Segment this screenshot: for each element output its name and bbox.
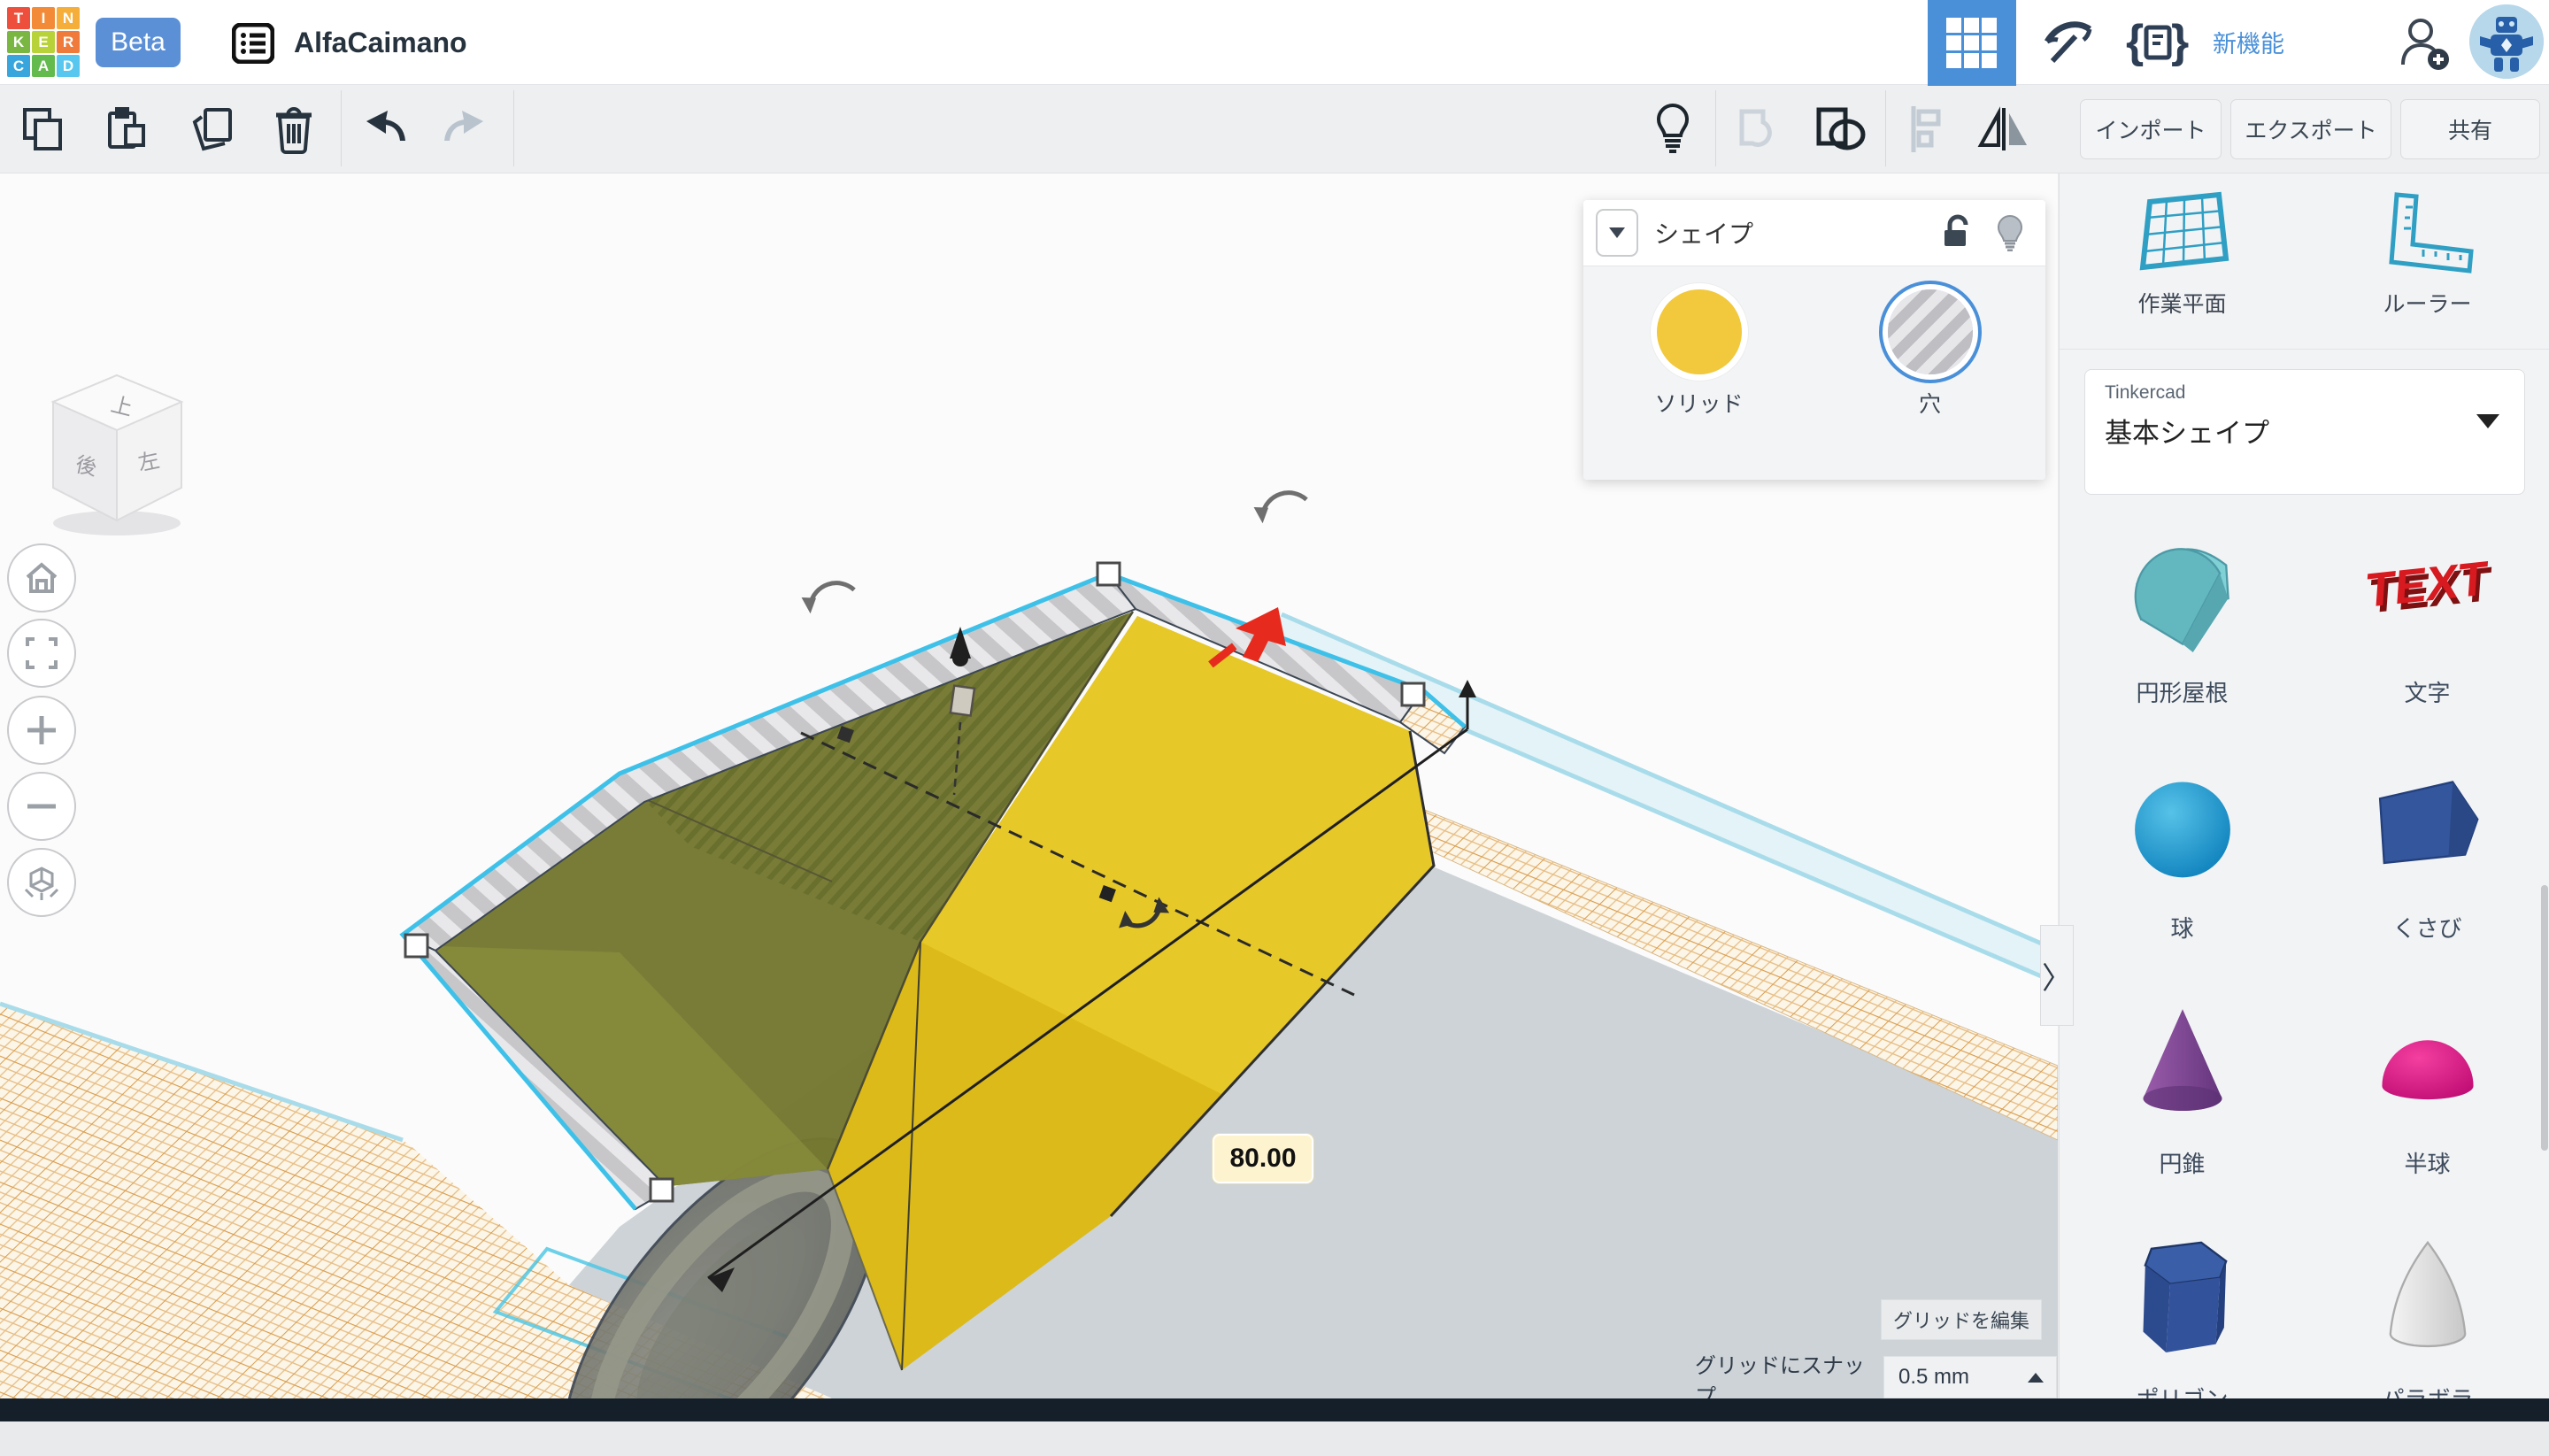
shape-label: 円形屋根 [2136,675,2228,708]
zoom-in-button[interactable] [7,696,76,765]
dimension-value-label[interactable]: 80.00 [1213,1134,1313,1183]
logo-tile: I [32,7,55,29]
toolbar-separator [513,90,514,166]
hole-swatch[interactable] [1888,289,1973,374]
paste-icon[interactable] [99,101,156,158]
shape-label: 円錐 [2159,1146,2205,1179]
workplane-handle[interactable] [951,686,974,716]
solid-label: ソリッド [1654,387,1743,419]
snap-value-dropdown[interactable]: 0.5 mm [1883,1356,2057,1398]
avatar[interactable] [2469,4,2544,79]
logo-tile: R [57,31,80,53]
minecraft-pickaxe-icon[interactable] [2023,0,2112,84]
undo-icon[interactable] [358,101,414,158]
export-button[interactable]: エクスポート [2230,99,2391,159]
shape-label: 半球 [2404,1146,2450,1179]
ruler-label: ルーラー [2383,287,2471,319]
add-user-icon[interactable] [2379,0,2468,84]
library-name: 基本シェイプ [2105,411,2505,451]
sidebar-collapse-button[interactable]: 〉 [2040,925,2074,1026]
panel-collapse-dropdown[interactable] [1596,209,1638,257]
shape-item-wedge[interactable]: くさび [2305,755,2549,985]
group-icon[interactable] [1731,101,1788,158]
toolbar-separator [1715,90,1716,166]
svg-text:}: } [2171,16,2189,67]
import-button[interactable]: インポート [2080,99,2222,159]
shape-panel-title: シェイプ [1654,215,1753,250]
perspective-toggle-button[interactable] [7,848,76,917]
home-view-button[interactable] [7,543,76,612]
align-icon[interactable] [1899,101,1956,158]
show-all-lightbulb-icon[interactable] [1644,101,1701,158]
design-title: AlfaCaimano [294,23,467,62]
shape-inspector-panel: シェイプ ソリッド 穴 [1583,200,2045,480]
chevron-up-icon [2028,1373,2044,1383]
library-brand: Tinkercad [2105,382,2505,404]
shape-item-hemisphere[interactable]: 半球 [2305,990,2549,1221]
ruler-tool[interactable]: ルーラー [2339,189,2516,349]
workplane-label: 作業平面 [2137,287,2226,319]
copy-icon[interactable] [16,101,73,158]
shape-item-round-roof[interactable]: 円形屋根 [2060,520,2305,750]
hole-option[interactable]: 穴 [1842,289,2019,480]
shape-item-sphere[interactable]: 球 [2060,755,2305,985]
shape-label: 球 [2170,911,2193,944]
zoom-out-button[interactable] [7,772,76,841]
design-menu-icon[interactable] [232,23,274,64]
duplicate-icon[interactable] [182,101,239,158]
solid-option[interactable]: ソリッド [1611,289,1788,480]
bottom-notification-bar [0,1398,2549,1421]
tinkercad-logo[interactable]: T I N K E R C A D [7,7,81,78]
app-header: T I N K E R C A D Beta AlfaCaimano {} 新機… [0,0,2549,85]
logo-tile: E [32,31,55,53]
shape-item-cone[interactable]: 円錐 [2060,990,2305,1221]
logo-tile: T [7,7,30,29]
sidebar-scrollbar[interactable] [2541,885,2548,1151]
solid-color-swatch[interactable] [1657,289,1742,374]
logo-tile: D [57,55,80,77]
toolbar-separator [1885,90,1886,166]
main-toolbar: インポート エクスポート 共有 [0,85,2549,173]
whats-new-link[interactable]: 新機能 [2213,0,2284,84]
logo-tile: N [57,7,80,29]
chevron-down-icon [2476,414,2499,428]
snap-value: 0.5 mm [1898,1365,1969,1390]
shape-label: くさび [2392,911,2461,944]
shape-library-dropdown[interactable]: Tinkercad 基本シェイプ [2084,369,2525,495]
lightbulb-visibility-icon[interactable] [1996,214,2024,251]
mirror-icon[interactable] [1975,101,2032,158]
logo-tile: K [7,31,30,53]
edit-grid-button[interactable]: グリッドを編集 [1881,1299,2042,1340]
codeblocks-icon[interactable]: {} [2114,0,2202,84]
workplane-tool[interactable]: 作業平面 [2094,189,2271,349]
logo-tile: C [7,55,30,77]
delete-icon[interactable] [266,101,322,158]
fit-view-button[interactable] [7,619,76,688]
shape-item-polygon[interactable]: ポリゴン [2060,1226,2305,1456]
snap-to-grid-label: グリッドにスナップ [1695,1361,1876,1397]
beta-badge[interactable]: Beta [96,18,181,67]
shape-label: 文字 [2404,675,2450,708]
shape-item-paraboloid[interactable]: パラボラ [2305,1226,2549,1456]
shape-item-text[interactable]: TEXT TEXT 文字 [2305,520,2549,750]
share-button[interactable]: 共有 [2400,99,2540,159]
toolbar-separator [341,90,342,166]
ungroup-icon[interactable] [1813,101,1869,158]
dashboard-grid-button[interactable] [1928,0,2016,86]
logo-tile: A [32,55,55,77]
hole-label: 穴 [1919,387,1941,419]
shape-library-sidebar: 作業平面 ルーラー Tinkercad 基本シェイプ 円形屋根 [2059,173,2549,1421]
redo-icon[interactable] [435,101,492,158]
svg-text:{: { [2126,16,2144,67]
unlock-icon[interactable] [1943,214,1973,251]
